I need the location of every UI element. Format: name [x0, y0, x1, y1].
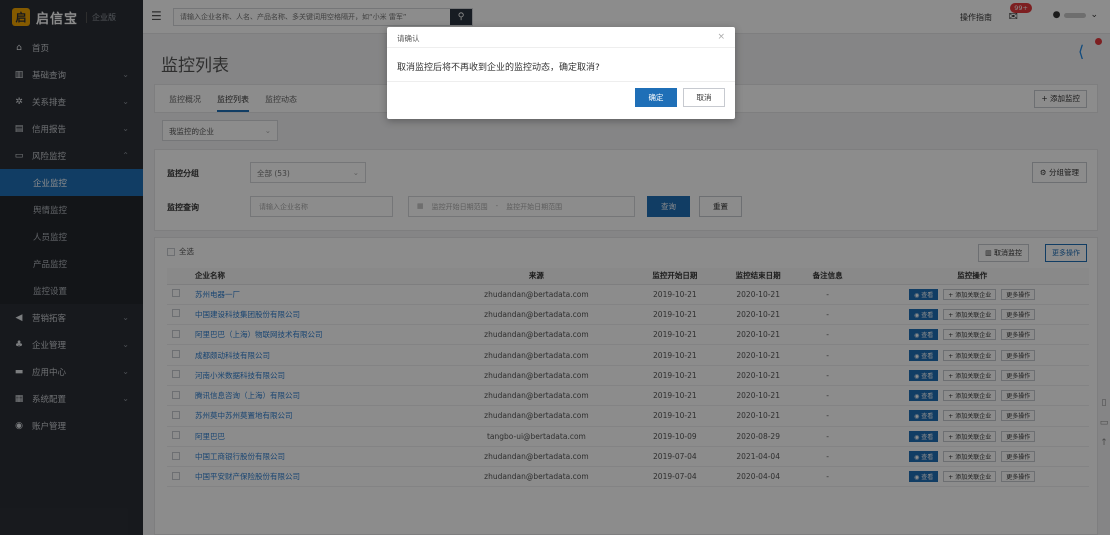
confirm-dialog: 请确认 × 取消监控后将不再收到企业的监控动态，确定取消? 确定 取消: [387, 27, 735, 119]
dialog-divider: [387, 81, 735, 82]
close-icon[interactable]: ×: [717, 32, 725, 42]
dialog-message: 取消监控后将不再收到企业的监控动态，确定取消?: [397, 63, 600, 73]
cancel-button[interactable]: 取消: [683, 88, 725, 107]
dialog-title: 请确认: [397, 34, 420, 43]
confirm-button[interactable]: 确定: [635, 88, 677, 107]
dialog-divider: [387, 47, 735, 48]
